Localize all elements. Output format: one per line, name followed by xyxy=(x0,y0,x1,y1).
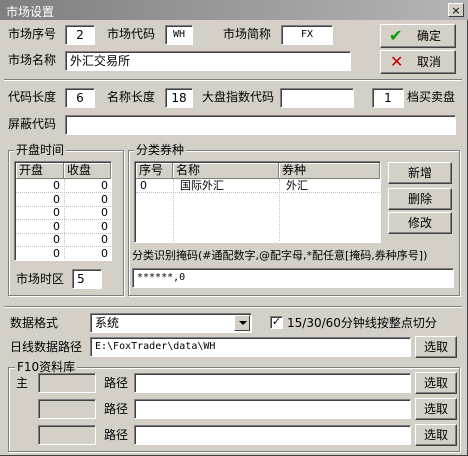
mask-code-input[interactable] xyxy=(65,115,456,135)
ok-button[interactable]: ✔ 确定 xyxy=(380,24,456,48)
data-format-value: 系统 xyxy=(95,316,120,330)
minute-split-label: 15/30/60分钟线按整点切分 xyxy=(287,316,437,330)
timezone-label: 市场时区 xyxy=(16,272,65,286)
market-seq-label: 市场序号 xyxy=(8,27,57,41)
minute-split-checkbox[interactable]: ✓ xyxy=(270,316,283,329)
mask-code-label: 屏蔽代码 xyxy=(8,117,57,131)
trading-time-row[interactable]: 00 xyxy=(16,206,111,220)
market-code-input[interactable]: WH xyxy=(165,25,193,45)
col-name-header[interactable]: 名称 xyxy=(173,163,279,179)
name-length-label: 名称长度 xyxy=(107,90,156,104)
f10-path-label-1: 路径 xyxy=(104,376,129,390)
data-format-label: 数据格式 xyxy=(10,316,59,330)
f10-path-3[interactable] xyxy=(134,425,411,445)
title-bar: 市场设置 × xyxy=(0,0,468,20)
col-close-header[interactable]: 收盘 xyxy=(64,163,111,179)
f10-path-label-3: 路径 xyxy=(104,428,129,442)
f10-name-2[interactable] xyxy=(38,399,96,419)
separator xyxy=(4,79,462,81)
code-length-label: 代码长度 xyxy=(8,90,57,104)
day-path-input[interactable]: E:\FoxTrader\data\WH xyxy=(90,337,411,357)
separator xyxy=(4,306,462,308)
chevron-down-icon[interactable] xyxy=(234,315,250,331)
trading-time-row[interactable]: 00 xyxy=(16,220,111,234)
market-code-label: 市场代码 xyxy=(107,27,156,41)
delete-category-button[interactable]: 删除 xyxy=(388,188,452,210)
market-name-label: 市场名称 xyxy=(8,53,57,67)
close-cell[interactable]: 0 xyxy=(64,206,108,220)
f10-name-1[interactable] xyxy=(38,373,96,393)
modify-category-button[interactable]: 修改 xyxy=(388,212,452,234)
trading-time-row[interactable]: 00 xyxy=(16,233,111,247)
trading-time-title: 开盘时间 xyxy=(14,143,67,157)
cancel-x-icon: ✕ xyxy=(390,52,404,71)
f10-main-label: 主 xyxy=(16,376,29,390)
open-cell[interactable]: 0 xyxy=(16,247,60,261)
timezone-input[interactable]: 5 xyxy=(72,269,102,289)
window-title: 市场设置 xyxy=(6,5,55,19)
trading-time-row[interactable]: 00 xyxy=(16,193,111,207)
f10-path-2[interactable] xyxy=(134,399,411,419)
open-cell[interactable]: 0 xyxy=(16,193,60,207)
market-name-input[interactable]: 外汇交易所 xyxy=(65,51,351,71)
f10-name-3[interactable] xyxy=(38,425,96,445)
order-level-label: 档买卖盘 xyxy=(407,90,456,104)
trading-time-grid[interactable]: 开盘 收盘 000000000000 xyxy=(14,161,112,261)
close-cell[interactable]: 0 xyxy=(64,179,108,193)
index-code-input[interactable] xyxy=(280,88,354,108)
day-path-label: 日线数据路径 xyxy=(10,340,83,354)
close-cell[interactable]: 0 xyxy=(64,247,108,261)
trading-time-row[interactable]: 00 xyxy=(16,247,111,261)
index-code-label: 大盘指数代码 xyxy=(202,90,275,104)
pattern-label: 分类识别掩码(#通配数字,@配字母,*配任意[掩码,券种序号]) xyxy=(132,249,428,262)
f10-path-1[interactable] xyxy=(134,373,411,393)
close-cell[interactable]: 0 xyxy=(64,193,108,207)
market-seq-input[interactable]: 2 xyxy=(65,25,95,45)
category-row[interactable]: 0 国际外汇 外汇 xyxy=(136,179,380,193)
ok-button-label: 确定 xyxy=(417,29,442,43)
f10-browse-button-1[interactable]: 选取 xyxy=(415,372,457,394)
open-cell[interactable]: 0 xyxy=(16,206,60,220)
add-category-button[interactable]: 新增 xyxy=(388,162,452,184)
data-format-select[interactable]: 系统 xyxy=(90,313,252,333)
close-cell[interactable]: 0 xyxy=(64,220,108,234)
f10-browse-button-3[interactable]: 选取 xyxy=(415,424,457,446)
pattern-input[interactable]: ******,0 xyxy=(132,268,454,288)
check-icon: ✔ xyxy=(389,26,403,45)
category-grid[interactable]: 序号 名称 券种 0 国际外汇 外汇 xyxy=(134,161,381,243)
cancel-button-label: 取消 xyxy=(417,55,442,69)
day-path-browse-button[interactable]: 选取 xyxy=(415,336,457,358)
market-abbr-input[interactable]: FX xyxy=(281,25,333,45)
col-seq-header[interactable]: 序号 xyxy=(136,163,173,179)
open-cell[interactable]: 0 xyxy=(16,220,60,234)
col-open-header[interactable]: 开盘 xyxy=(16,163,64,179)
category-seq-cell[interactable]: 0 xyxy=(140,179,170,193)
open-cell[interactable]: 0 xyxy=(16,179,60,193)
code-length-input[interactable]: 6 xyxy=(65,88,95,108)
f10-title: F10资料库 xyxy=(15,360,78,374)
open-cell[interactable]: 0 xyxy=(16,233,60,247)
cancel-button[interactable]: ✕ 取消 xyxy=(380,50,456,74)
order-level-input[interactable]: 1 xyxy=(372,88,404,108)
col-type-header[interactable]: 券种 xyxy=(279,163,380,179)
f10-browse-button-2[interactable]: 选取 xyxy=(415,398,457,420)
category-title: 分类券种 xyxy=(134,143,187,157)
trading-time-row[interactable]: 00 xyxy=(16,179,111,193)
market-abbr-label: 市场简称 xyxy=(223,27,272,41)
f10-path-label-2: 路径 xyxy=(104,402,129,416)
category-name-cell[interactable]: 国际外汇 xyxy=(180,179,276,193)
close-cell[interactable]: 0 xyxy=(64,233,108,247)
checkmark-icon: ✓ xyxy=(271,315,282,328)
name-length-input[interactable]: 18 xyxy=(165,88,193,108)
category-type-cell[interactable]: 外汇 xyxy=(286,179,376,193)
close-button[interactable]: × xyxy=(448,3,464,17)
